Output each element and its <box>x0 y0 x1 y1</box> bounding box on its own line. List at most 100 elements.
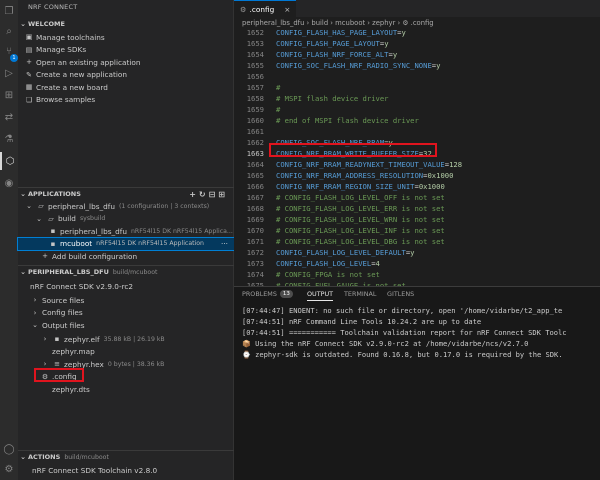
code-line[interactable]: 1666 CONFIG_NRF_RRAM_REGION_SIZE_UNIT=0x1… <box>234 181 600 192</box>
config-value: y <box>384 39 389 48</box>
more-actions-icon[interactable]: ··· <box>221 239 228 248</box>
details-section-header[interactable]: ⌄ PERIPHERAL_LBS_DFU build/mcuboot <box>18 265 234 278</box>
code-line[interactable]: 1652 CONFIG_FLASH_HAS_PAGE_LAYOUT=y <box>234 30 600 38</box>
code-view[interactable]: 1652 CONFIG_FLASH_HAS_PAGE_LAYOUT=y 1653 CO… <box>234 30 600 286</box>
testing-icon[interactable]: ⚗ <box>0 130 18 148</box>
config-value: y <box>436 61 441 70</box>
tab-gitlens[interactable]: GITLENS <box>387 287 414 301</box>
line-number: 1669 <box>246 215 264 224</box>
config-key: CONFIG_FLASH_LOG_LEVEL <box>276 259 372 268</box>
config-key: CONFIG_FLASH_LOG_LEVEL_DEFAULT <box>276 248 406 257</box>
config-key: CONFIG_NRF_RRAM_READYNEXT_TIMEOUT_VALUE <box>276 160 445 169</box>
source-control-badge: 1 <box>10 54 18 62</box>
code-line[interactable]: 1665 CONFIG_NRF_RRAM_ADDRESS_RESOLUTION=0… <box>234 170 600 181</box>
code-line[interactable]: 1658 # MSPI flash device driver <box>234 93 600 104</box>
tab-config[interactable]: ⚙ .config × <box>234 0 296 17</box>
output-line: [07:44:51] nRF Command Line Tools 10.24.… <box>242 317 482 326</box>
accounts-icon[interactable]: ◯ <box>0 440 18 458</box>
application-item[interactable]: ⌄ ▱ peripheral_lbs_dfu (1 configuration … <box>18 200 234 213</box>
tab-output[interactable]: OUTPUT <box>307 287 334 301</box>
source-files-item[interactable]: › Source files <box>18 294 234 307</box>
welcome-item[interactable]: ▦ Create a new board <box>18 81 234 94</box>
welcome-item[interactable]: + Open an existing application <box>18 56 234 69</box>
config-key: CONFIG_NRF_RRAM_REGION_SIZE_UNIT <box>276 182 415 191</box>
board-icon: ▦ <box>25 83 33 92</box>
sdk-version[interactable]: nRF Connect SDK v2.9.0-rc2 <box>18 280 234 293</box>
actions-section-header[interactable]: ⌄ ACTIONS build/mcuboot <box>18 450 234 463</box>
line-number: 1654 <box>246 50 264 59</box>
code-line[interactable]: 1673 CONFIG_FLASH_LOG_LEVEL=4 <box>234 258 600 269</box>
settings-gear-icon[interactable]: ⚙ <box>0 460 18 478</box>
github-icon[interactable]: ◉ <box>0 174 18 192</box>
output-files-item[interactable]: ⌄ Output files <box>18 319 234 332</box>
nrf-connect-icon[interactable]: ⬡ <box>0 152 18 170</box>
code-comment: # CONFIG_FPGA is not set <box>276 270 380 279</box>
gear-icon: ⚙ <box>240 4 247 14</box>
chevron-right-icon: › <box>43 335 47 344</box>
code-line[interactable]: 1671 # CONFIG_FLASH_LOG_LEVEL_DBG is not … <box>234 236 600 247</box>
context-item[interactable]: ▪ peripheral_lbs_dfu nRF54l15 DK nRF54l1… <box>18 225 234 238</box>
line-number: 1673 <box>246 259 264 268</box>
applications-section-header[interactable]: ⌄ APPLICATIONS +↻⊟⊞ <box>18 187 234 200</box>
line-number: 1660 <box>246 116 264 125</box>
output-file-map[interactable]: zephyr.map <box>18 346 234 359</box>
code-line[interactable]: 1659 # <box>234 104 600 115</box>
code-line[interactable]: 1660 # end of MSPI flash device driver <box>234 115 600 126</box>
line-number: 1661 <box>246 127 264 136</box>
welcome-item[interactable]: ❏ Browse samples <box>18 94 234 107</box>
samples-icon: ❏ <box>25 95 33 104</box>
output-line: 📦 Using the nRF Connect SDK v2.9.0-rc2 a… <box>242 339 529 348</box>
code-line[interactable]: 1657 # <box>234 82 600 93</box>
code-line[interactable]: 1653 CONFIG_FLASH_PAGE_LAYOUT=y <box>234 38 600 49</box>
config-value: y <box>401 30 406 37</box>
run-debug-icon[interactable]: ▷ <box>0 64 18 82</box>
build-item[interactable]: ⌄ ▱ build sysbuild <box>18 213 234 226</box>
code-line[interactable]: 1672 CONFIG_FLASH_LOG_LEVEL_DEFAULT=y <box>234 247 600 258</box>
chevron-down-icon: ⌄ <box>32 321 38 330</box>
code-line[interactable]: 1670 # CONFIG_FLASH_LOG_LEVEL_INF is not … <box>234 225 600 236</box>
line-number: 1659 <box>246 105 264 114</box>
line-number: 1670 <box>246 226 264 235</box>
tab-problems[interactable]: PROBLEMS 13 <box>242 287 293 301</box>
toolchain-item[interactable]: nRF Connect SDK Toolchain v2.8.0 <box>18 464 234 477</box>
search-icon[interactable]: ⌕ <box>0 22 18 40</box>
sdk-icon: ▤ <box>25 45 33 54</box>
line-number: 1667 <box>246 193 264 202</box>
code-line[interactable]: 1656 <box>234 71 600 82</box>
output-file-elf[interactable]: › ▪ zephyr.elf 35.88 kB | 26.19 kB <box>18 333 234 346</box>
config-value: 0x1000 <box>418 182 445 191</box>
output-file-dts[interactable]: zephyr.dts <box>18 383 234 396</box>
config-key: CONFIG_SOC_FLASH_NRF_RADIO_SYNC_NONE <box>276 61 432 70</box>
code-line[interactable]: 1668 # CONFIG_FLASH_LOG_LEVEL_ERR is not … <box>234 203 600 214</box>
applications-toolbar[interactable]: +↻⊟⊞ <box>189 190 228 199</box>
context-item-selected[interactable]: ▪ mcuboot nRF54l15 DK nRF54l15 Applicati… <box>17 236 235 251</box>
line-number: 1666 <box>246 182 264 191</box>
line-number: 1668 <box>246 204 264 213</box>
extensions-icon[interactable]: ⊞ <box>0 86 18 104</box>
problems-count-badge: 13 <box>279 290 293 298</box>
config-files-item[interactable]: › Config files <box>18 307 234 320</box>
code-line[interactable]: 1654 CONFIG_FLASH_NRF_FORCE_ALT=y <box>234 49 600 60</box>
code-line[interactable]: 1655 CONFIG_SOC_FLASH_NRF_RADIO_SYNC_NONE… <box>234 60 600 71</box>
config-value: 4 <box>375 259 380 268</box>
breadcrumb[interactable]: peripheral_lbs_dfu › build › mcuboot › z… <box>242 19 434 30</box>
add-build-config[interactable]: + Add build configuration <box>18 250 234 263</box>
code-line[interactable]: 1667 # CONFIG_FLASH_LOG_LEVEL_OFF is not … <box>234 192 600 203</box>
remote-icon[interactable]: ⇄ <box>0 108 18 126</box>
line-number: 1663 <box>246 149 264 158</box>
tab-terminal[interactable]: TERMINAL <box>344 287 377 301</box>
welcome-item[interactable]: ▣ Manage toolchains <box>18 31 234 44</box>
welcome-item[interactable]: ✎ Create a new application <box>18 69 234 82</box>
chip-icon: ▪ <box>50 227 56 236</box>
close-icon[interactable]: × <box>284 5 290 14</box>
code-comment: # CONFIG_FLASH_LOG_LEVEL_ERR is not set <box>276 204 445 213</box>
code-line[interactable]: 1674 # CONFIG_FPGA is not set <box>234 269 600 280</box>
welcome-item[interactable]: ▤ Manage SDKs <box>18 44 234 57</box>
welcome-section-header[interactable]: ⌄ WELCOME <box>18 17 234 30</box>
code-line[interactable]: 1669 # CONFIG_FLASH_LOG_LEVEL_WRN is not … <box>234 214 600 225</box>
sidebar-title: NRF CONNECT <box>28 3 78 11</box>
code-line[interactable]: 1664 CONFIG_NRF_RRAM_READYNEXT_TIMEOUT_VA… <box>234 159 600 170</box>
activity-bar: ❐ ⌕ ⑂ 1 ▷ ⊞ ⇄ ⚗ ⬡ ◉ ◯ ⚙ <box>0 0 18 480</box>
code-line[interactable]: 1661 <box>234 126 600 137</box>
explorer-icon[interactable]: ❐ <box>0 2 18 20</box>
